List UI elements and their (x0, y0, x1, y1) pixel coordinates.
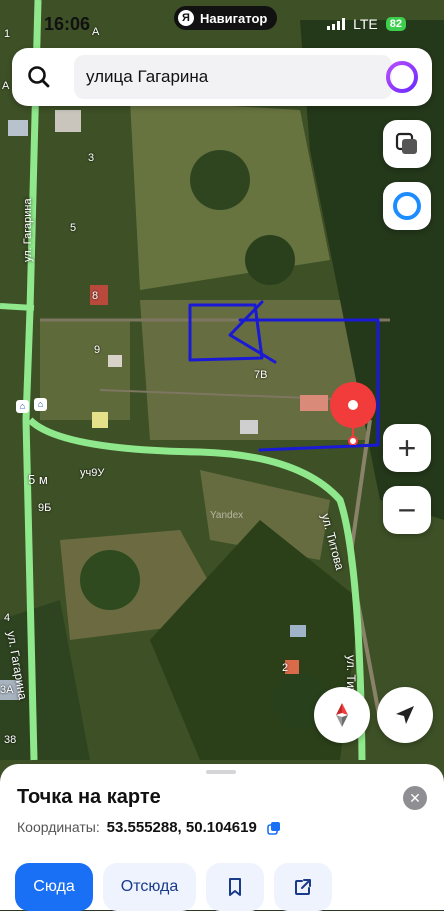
house-number: 3А (0, 684, 14, 696)
close-icon: ✕ (409, 789, 421, 806)
house-number: уч9У (80, 467, 105, 479)
route-from-button[interactable]: Отсюда (103, 863, 196, 911)
scale-text: 5 м (28, 472, 48, 487)
signal-icon (327, 18, 346, 30)
search-input[interactable]: улица Гагарина (74, 55, 392, 99)
location-arrow-icon (396, 706, 414, 724)
bookmark-icon (229, 878, 241, 896)
compass-button[interactable] (314, 687, 370, 743)
navigator-badge[interactable]: Я Навигатор (174, 6, 278, 30)
house-number: 7В (254, 369, 268, 381)
place-sheet: Точка на карте ✕ Координаты: 53.555288, … (0, 764, 444, 911)
house-number: 3 (88, 152, 95, 164)
close-button[interactable]: ✕ (403, 786, 427, 810)
house-number: 38 (4, 734, 17, 746)
layers-button[interactable] (383, 120, 431, 168)
status-time: 16:06 (44, 14, 91, 34)
house-number: 4 (4, 612, 11, 624)
bookmark-button[interactable] (206, 863, 264, 911)
house-number: 9 (94, 344, 101, 356)
zoom-in-label: + (397, 430, 417, 466)
house-number: 5 (70, 222, 77, 234)
zoom-out-label: − (397, 492, 417, 528)
sheet-title: Точка на карте (17, 786, 161, 808)
navigator-badge-label: Навигатор (200, 10, 268, 26)
alice-map-button[interactable] (383, 182, 431, 230)
house-number: 2 (282, 662, 289, 674)
house-number: 8 (92, 290, 99, 302)
compass-icon (336, 703, 348, 727)
copy-icon[interactable] (266, 821, 281, 836)
map-pin-marker[interactable] (329, 381, 377, 445)
alice-map-icon (393, 192, 421, 220)
bus-stop-icon[interactable]: ⌂ (34, 398, 47, 411)
search-bar[interactable]: улица Гагарина (12, 48, 432, 106)
layers-icon (395, 132, 417, 154)
status-right: LTE 82 (327, 16, 406, 32)
my-location-button[interactable] (377, 687, 433, 743)
bus-stop-icon[interactable]: ⌂ (16, 400, 29, 413)
sheet-handle[interactable] (206, 770, 236, 774)
network-type: LTE (353, 16, 378, 32)
coordinates-label: Координаты: (17, 819, 100, 835)
coordinates-value: 53.555288, 50.104619 (106, 819, 257, 836)
alice-icon[interactable] (386, 61, 418, 93)
sheet-actions: Сюда Отсюда (15, 863, 332, 911)
zoom-out-button[interactable]: − (383, 486, 431, 534)
share-icon (295, 879, 311, 895)
house-number: 9Б (38, 502, 52, 514)
share-button[interactable] (274, 863, 332, 911)
yandex-logo-icon: Я (178, 10, 194, 26)
map-watermark: Yandex (210, 510, 244, 521)
street-label-gagarina-top: ул. Гагарина (22, 198, 34, 262)
house-number: А (2, 80, 10, 92)
route-to-button[interactable]: Сюда (15, 863, 93, 911)
status-bar: 16:06 Я Навигатор LTE 82 (0, 0, 444, 48)
search-icon[interactable] (26, 64, 52, 90)
coordinates-row: Координаты: 53.555288, 50.104619 (17, 819, 281, 836)
zoom-in-button[interactable]: + (383, 424, 431, 472)
battery-indicator: 82 (385, 17, 406, 31)
